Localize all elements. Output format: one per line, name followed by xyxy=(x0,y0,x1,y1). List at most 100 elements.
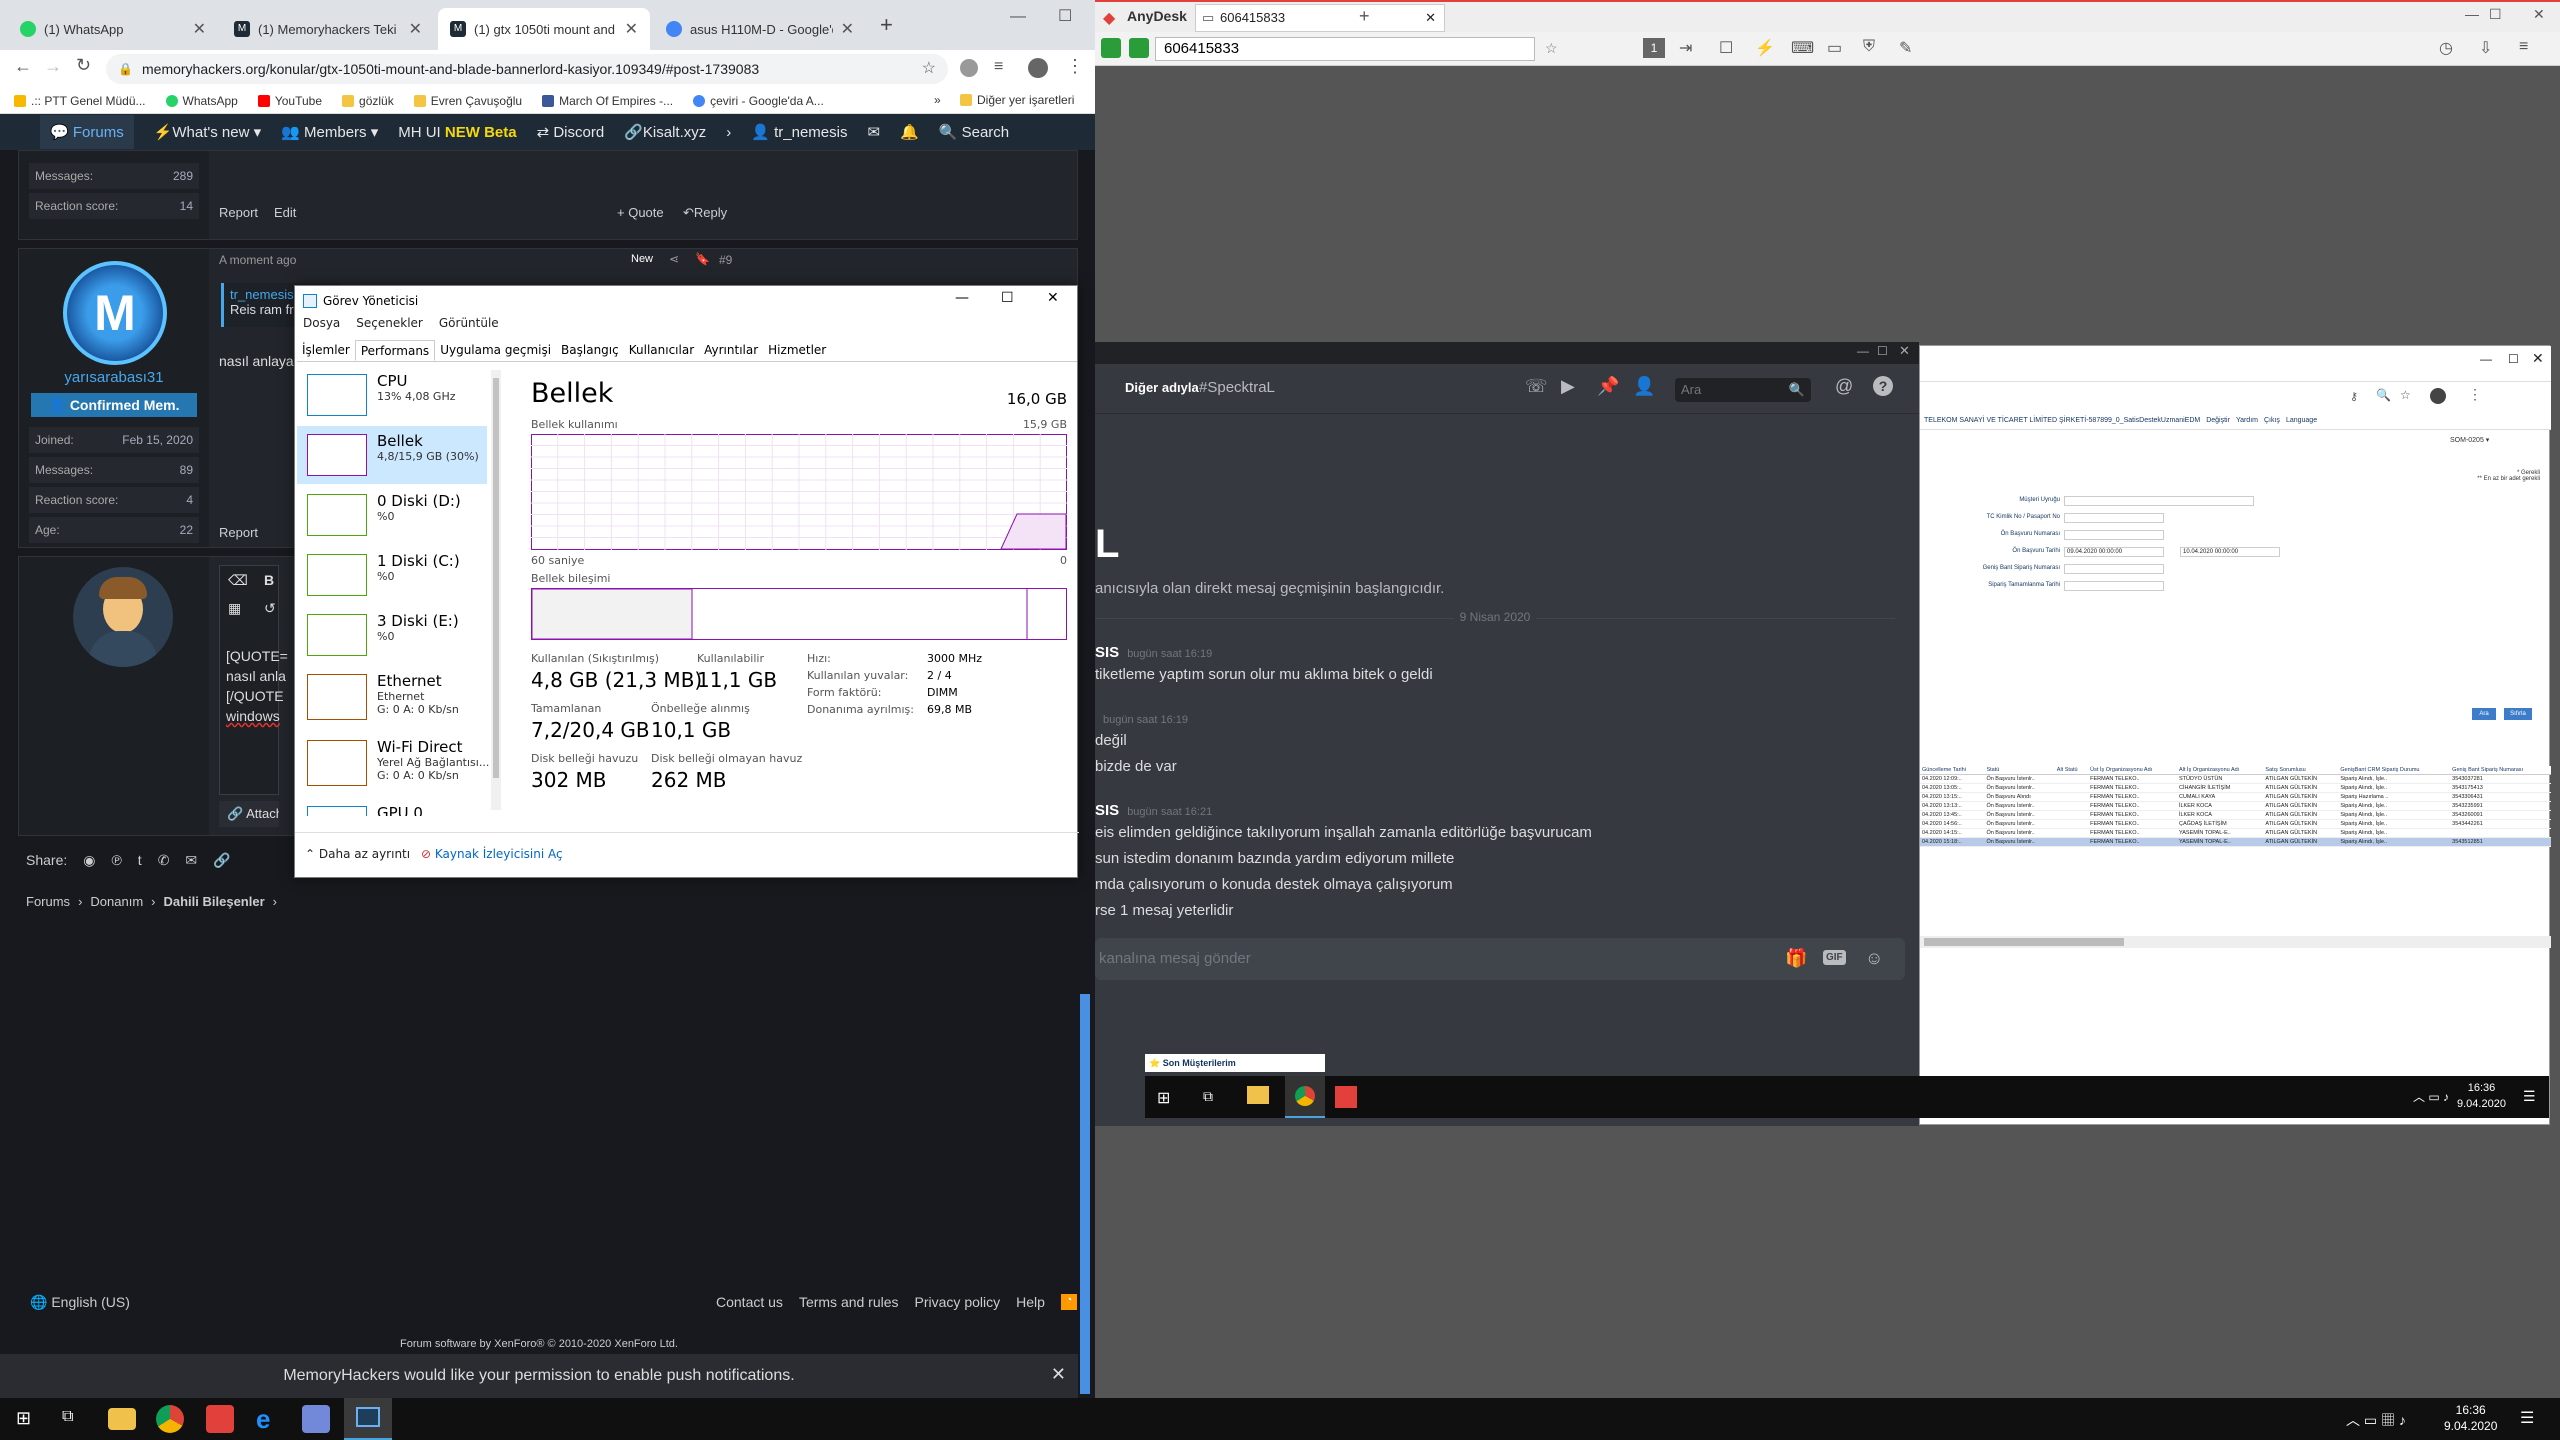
table-header[interactable]: Güncelleme Tarihi xyxy=(1920,766,1985,775)
close-icon[interactable]: ✕ xyxy=(1051,1364,1066,1385)
chrome-taskbar-icon[interactable] xyxy=(1285,1076,1325,1118)
fewer-details-button[interactable]: ⌃ Daha az ayrıntı xyxy=(305,847,410,861)
editor[interactable]: ⌫ B ▦ ↺ [QUOTE= nasıl anla [/QUOTE windo… xyxy=(219,565,288,795)
help-icon[interactable]: ? xyxy=(1873,376,1893,396)
horizontal-scrollbar[interactable] xyxy=(1920,936,2551,948)
new-tab-button[interactable]: + xyxy=(1359,6,1370,27)
table-row[interactable]: 04.2020 15:18:.. Ön Başvuru İstenlr.. FERM… xyxy=(1920,837,2551,847)
portal-link[interactable]: Yardım xyxy=(2236,417,2258,424)
bookmark-item[interactable]: YouTube xyxy=(257,94,322,108)
nav-forums[interactable]: 💬 Forums xyxy=(40,115,134,149)
gif-icon[interactable]: GIF xyxy=(1823,950,1846,965)
resource-disk-d[interactable]: 0 Diski (D:) %0 xyxy=(297,486,487,544)
maximize-button[interactable]: ☐ xyxy=(2508,352,2519,366)
file-explorer-icon[interactable] xyxy=(108,1408,136,1430)
bold-icon[interactable]: B xyxy=(264,572,274,588)
call-icon[interactable]: ☏ xyxy=(1525,376,1548,397)
resource-memory[interactable]: Bellek 4,8/15,9 GB (30%) xyxy=(297,426,487,484)
nav-whats-new[interactable]: ⚡What's new ▾ xyxy=(154,123,261,141)
tab-performance[interactable]: Performans xyxy=(354,340,436,361)
close-icon[interactable]: ✕ xyxy=(409,19,422,39)
inbox-icon[interactable]: ✉ xyxy=(867,123,880,141)
address-input[interactable]: 606415833 xyxy=(1155,37,1535,61)
nav-mh-ui[interactable]: MH UI NEW Beta xyxy=(398,124,516,141)
resource-wifi-direct[interactable]: Wi-Fi Direct Yerel Ağ Bağlantısı... G: 0 … xyxy=(297,732,489,796)
bookmark-item[interactable]: .:: PTT Genel Müdü... xyxy=(14,94,146,108)
history-icon[interactable]: ◷ xyxy=(2439,38,2453,58)
task-view-icon[interactable]: ⧉ xyxy=(1203,1088,1213,1105)
close-icon[interactable]: ✕ xyxy=(625,19,638,39)
task-view-icon[interactable]: ⧉ xyxy=(62,1408,73,1426)
resource-disk-e[interactable]: 3 Diski (E:) %0 xyxy=(297,606,487,664)
reddit-icon[interactable]: ◉ xyxy=(83,852,95,869)
table-header[interactable]: Alt İş Organizasyonu Adı xyxy=(2176,766,2264,775)
chrome-tab-gtx[interactable]: M (1) gtx 1050ti mount and bla ✕ xyxy=(438,8,650,50)
close-button[interactable]: ✕ xyxy=(2533,6,2545,23)
portal-link[interactable]: Değiştir xyxy=(2206,417,2230,424)
switch-side-icon[interactable]: ⇥ xyxy=(1679,38,1692,58)
edit-link[interactable]: Edit xyxy=(274,205,296,220)
resource-ethernet[interactable]: Ethernet Ethernet G: 0 A: 0 Kb/sn xyxy=(297,666,487,730)
tray-icons[interactable]: ︿ ▭ ♪ xyxy=(2413,1088,2449,1105)
minimize-button[interactable]: — xyxy=(955,290,969,306)
bookmark-icon[interactable]: 🔖 xyxy=(695,252,710,266)
nav-discord[interactable]: ⇄ Discord xyxy=(537,123,605,141)
chrome-tab-memoryhackers[interactable]: M (1) Memoryhackers Teki Hes ✕ xyxy=(222,8,434,50)
recent-customers-tab[interactable]: ⭐ Son Müşterilerim xyxy=(1145,1054,1325,1072)
footer-link[interactable]: Terms and rules xyxy=(799,1294,899,1310)
table-row[interactable]: 04.2020 14:15:.. Ön Başvuru İstenlr.. FERM… xyxy=(1920,828,2551,838)
chrome-tab-google[interactable]: asus H110M-D - Google'da ✕ xyxy=(654,8,866,50)
remote-desktop[interactable]: — ☐ ✕ ⚷ 🔍 ☆ ⋮ TELEKOM SANAYİ VE TİCARET … xyxy=(1095,66,2560,1398)
keyboard-icon[interactable]: ⌨ xyxy=(1791,38,1814,58)
table-header[interactable]: Geniş Bant Sipariş Numarası xyxy=(2450,766,2551,775)
search-button[interactable]: Ara xyxy=(2472,708,2496,720)
link-share-icon[interactable]: 🔗 xyxy=(213,852,230,869)
maximize-button[interactable]: ☐ xyxy=(1877,344,1888,358)
chrome-tab-whatsapp[interactable]: (1) WhatsApp ✕ xyxy=(8,8,218,50)
tab-details[interactable]: Ayrıntılar xyxy=(699,340,763,361)
footer-link[interactable]: Help xyxy=(1016,1294,1045,1310)
order-no-input[interactable] xyxy=(2064,564,2164,574)
table-header[interactable]: Statü xyxy=(1984,766,2055,775)
anydesk-icon[interactable] xyxy=(206,1405,234,1433)
table-row[interactable]: 04.2020 13:45:.. Ön Başvuru İstenlr.. FERM… xyxy=(1920,810,2551,820)
close-button[interactable]: ✕ xyxy=(2532,350,2544,367)
close-button[interactable]: ✕ xyxy=(1047,290,1059,306)
quote-button[interactable]: + Quote xyxy=(617,205,664,220)
eraser-icon[interactable]: ⌫ xyxy=(228,572,248,589)
star-icon[interactable]: ☆ xyxy=(2400,388,2411,402)
share-icon[interactable]: ⋖ xyxy=(669,252,679,266)
list-scrollbar[interactable] xyxy=(491,370,501,810)
more-bookmarks-icon[interactable]: » xyxy=(934,93,941,107)
shield-icon[interactable]: ⛨ xyxy=(1863,38,1875,56)
message-input[interactable]: kanalına mesaj gönder 🎁 GIF ☺ xyxy=(1095,938,1905,980)
tumblr-icon[interactable]: t xyxy=(138,852,142,869)
footer-link[interactable]: Contact us xyxy=(716,1294,783,1310)
menu-item[interactable]: Seçenekler xyxy=(356,316,423,330)
clear-button[interactable]: Sıfırla xyxy=(2504,708,2532,720)
breadcrumb-item[interactable]: Forums xyxy=(26,894,70,909)
undo-icon[interactable]: ↺ xyxy=(264,600,276,617)
tray-icons[interactable]: ︿ ▭ ▦ ♪ xyxy=(2346,1410,2406,1430)
resource-cpu[interactable]: CPU 13% 4,08 GHz xyxy=(297,366,487,424)
notification-icon[interactable]: ☰ xyxy=(2523,1088,2536,1105)
mention-icon[interactable]: @ xyxy=(1835,376,1853,397)
extension-icon[interactable] xyxy=(960,59,978,77)
bell-icon[interactable]: 🔔 xyxy=(900,123,919,141)
bookmark-item[interactable]: çeviri - Google'da A... xyxy=(693,94,824,108)
nationality-select[interactable] xyxy=(2064,496,2254,506)
new-tab-button[interactable]: + xyxy=(880,12,893,38)
portal-link[interactable]: Çıkış xyxy=(2264,417,2280,424)
resource-gpu[interactable]: GPU 0 xyxy=(297,798,487,816)
attach-files-button[interactable]: 🔗 Attach fi xyxy=(219,801,279,827)
back-icon[interactable]: ← xyxy=(14,56,32,77)
som-select[interactable]: SOM-0205 ▾ xyxy=(2450,436,2489,444)
footer-link[interactable]: Privacy policy xyxy=(915,1294,1001,1310)
table-row[interactable]: 04.2020 13:15:.. Ön Başvuru Alındı FERMAN … xyxy=(1920,792,2551,802)
remote-clock[interactable]: 16:36 9.04.2020 xyxy=(2457,1080,2506,1112)
table-header[interactable]: Üst İş Organizasyonu Adı xyxy=(2088,766,2177,775)
avatar[interactable] xyxy=(1028,58,1048,78)
star-icon[interactable]: ☆ xyxy=(922,54,936,84)
resource-monitor-link[interactable]: ⊘ Kaynak İzleyicisini Aç xyxy=(421,847,563,861)
nav-kisalt[interactable]: 🔗Kisalt.xyz xyxy=(624,123,706,141)
